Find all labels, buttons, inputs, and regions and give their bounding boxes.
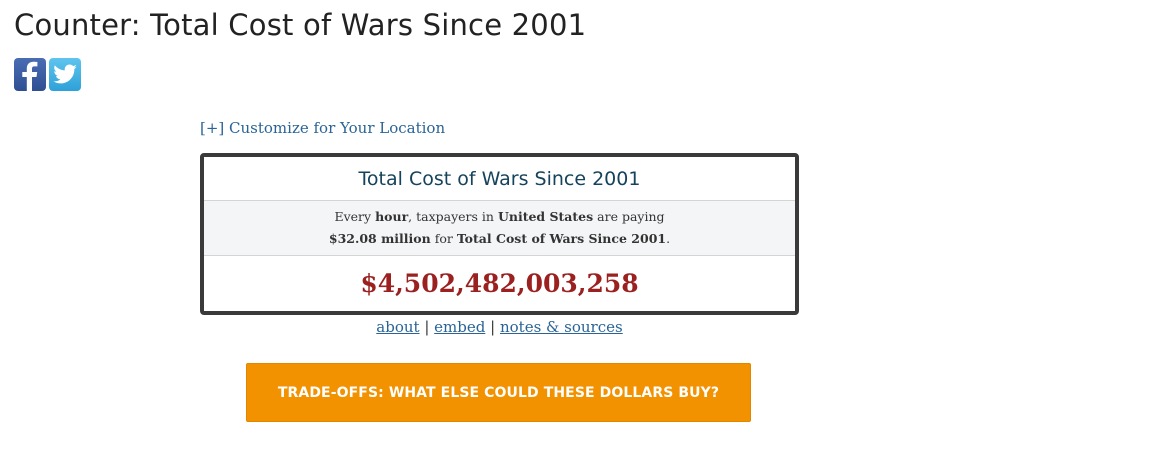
cost-counter: Total Cost of Wars Since 2001 Every hour… [200, 153, 799, 315]
counter-links: about | embed | notes & sources [200, 318, 799, 336]
twitter-share-button[interactable] [49, 58, 81, 91]
desc-suffix: are paying [593, 209, 665, 224]
facebook-icon [22, 61, 38, 91]
desc-end: . [666, 231, 671, 246]
desc-for: for [430, 231, 457, 246]
desc-prefix: Every [334, 209, 376, 224]
desc-period: hour [375, 209, 409, 224]
twitter-icon [53, 64, 77, 84]
link-separator: | [490, 318, 496, 336]
page-title: Counter: Total Cost of Wars Since 2001 [14, 8, 587, 42]
desc-location: United States [497, 209, 594, 224]
counter-description-line-1: Every hour, taxpayers in United States a… [334, 206, 664, 228]
tradeoffs-button[interactable]: TRADE-OFFS: WHAT ELSE COULD THESE DOLLAR… [246, 363, 751, 422]
desc-rate: $32.08 million [328, 231, 431, 246]
notes-sources-link[interactable]: notes & sources [500, 318, 623, 336]
social-share-buttons [14, 58, 81, 91]
about-link[interactable]: about [376, 318, 419, 336]
desc-subject: Total Cost of Wars Since 2001 [456, 231, 667, 246]
customize-location-link[interactable]: [+] Customize for Your Location [200, 119, 445, 137]
counter-description: Every hour, taxpayers in United States a… [204, 201, 795, 256]
link-separator: | [424, 318, 430, 336]
counter-value: $4,502,482,003,258 [360, 269, 639, 298]
embed-link[interactable]: embed [434, 318, 485, 336]
counter-description-line-2: $32.08 million for Total Cost of Wars Si… [329, 228, 670, 250]
facebook-share-button[interactable] [14, 58, 46, 91]
counter-title: Total Cost of Wars Since 2001 [204, 157, 795, 201]
desc-mid: , taxpayers in [408, 209, 498, 224]
